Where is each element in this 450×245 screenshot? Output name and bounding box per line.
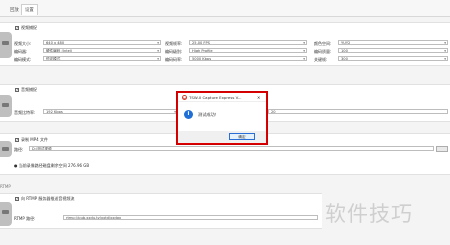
video-size-select[interactable]: 640 x 480 — [43, 40, 161, 45]
tab-bar: 回放 设置 — [0, 0, 450, 17]
keyframe-label: 关键帧: — [314, 57, 328, 62]
message-dialog: ■ TSW-II Capture Express V... ✕ i 测试成功！ … — [177, 92, 267, 144]
frame-rate-label: 视频帧率: — [165, 41, 183, 46]
encode-level-select[interactable]: High Profile — [189, 48, 307, 53]
dialog-footer: 确定 — [178, 131, 266, 143]
audio-thumbnail-icon — [0, 95, 12, 117]
browse-path-button[interactable] — [436, 146, 448, 152]
bitrate-select[interactable]: 5000 Kbps — [189, 56, 307, 61]
audio-volume-field[interactable]: 20 — [268, 109, 448, 114]
rtmp-side-label: RTMP — [0, 184, 11, 189]
audio-capture-label: 音频捕捉 — [21, 87, 37, 92]
video-capture-label: 视频捕捉 — [21, 25, 37, 30]
ok-button[interactable]: 确定 — [229, 133, 255, 140]
dialog-body: i 测试成功！ — [178, 102, 266, 131]
encode-level-label: 编码级别: — [165, 49, 183, 54]
dialog-title-bar: ■ TSW-II Capture Express V... ✕ — [178, 93, 266, 102]
record-mp4-label: 录制 MP4 文件 — [21, 137, 48, 142]
rtmp-url-field[interactable]: rtmp://pub.xxdu.tv/xxtd/xxdgx — [63, 215, 318, 220]
video-capture-checkbox[interactable]: ✓ — [15, 26, 19, 30]
audio-bitrate-select[interactable]: 192 Kbps — [43, 109, 178, 114]
dialog-message: 测试成功！ — [198, 112, 219, 117]
encode-quality-label: 编码质量: — [314, 49, 332, 54]
record-mp4-checkbox[interactable]: ✓ — [15, 138, 19, 142]
color-space-label: 颜色空间: — [314, 41, 332, 46]
disk-space-text: ● 当前录像路径磁盘剩余空间 276.96 GB — [14, 163, 90, 168]
audio-bitrate-label: 音频比特率: — [14, 110, 36, 115]
keyframe-select[interactable]: 300 — [338, 56, 448, 61]
close-icon[interactable]: ✕ — [257, 95, 260, 100]
encode-mode-label: 编码模式: — [14, 57, 32, 62]
rtmp-push-label: 向 RTMP 服务器推送音视频流 — [21, 196, 75, 201]
record-thumbnail-icon — [0, 141, 12, 157]
tab-settings[interactable]: 设置 — [21, 4, 38, 15]
encode-quality-select[interactable]: 100 — [338, 48, 448, 53]
info-icon: i — [184, 110, 193, 119]
video-thumbnail-icon — [0, 32, 12, 58]
color-space-select[interactable]: YUY2 — [338, 40, 448, 45]
audio-capture-checkbox[interactable]: ✓ — [15, 88, 19, 92]
rtmp-url-label: RTMP 路径: — [14, 216, 36, 221]
record-path-field[interactable]: D:\测试视频 — [29, 146, 434, 151]
rtmp-thumbnail-icon — [0, 202, 12, 226]
watermark-text: 软件技巧 — [325, 202, 413, 226]
encoder-select[interactable]: 硬件编码 (Intel) — [43, 48, 161, 53]
bitrate-label: 编码码率: — [165, 57, 183, 62]
frame-rate-select[interactable]: 25.00 FPS — [189, 40, 307, 45]
app-logo-icon: ■ — [182, 95, 187, 100]
record-path-label: 路径: — [14, 147, 24, 152]
dialog-title: TSW-II Capture Express V... — [189, 95, 242, 100]
video-size-label: 视频大小: — [14, 41, 32, 46]
encoder-label: 编码器: — [14, 49, 28, 54]
encode-mode-select[interactable]: 恒定模式 — [43, 56, 161, 61]
rtmp-push-checkbox[interactable]: ✓ — [15, 197, 19, 201]
